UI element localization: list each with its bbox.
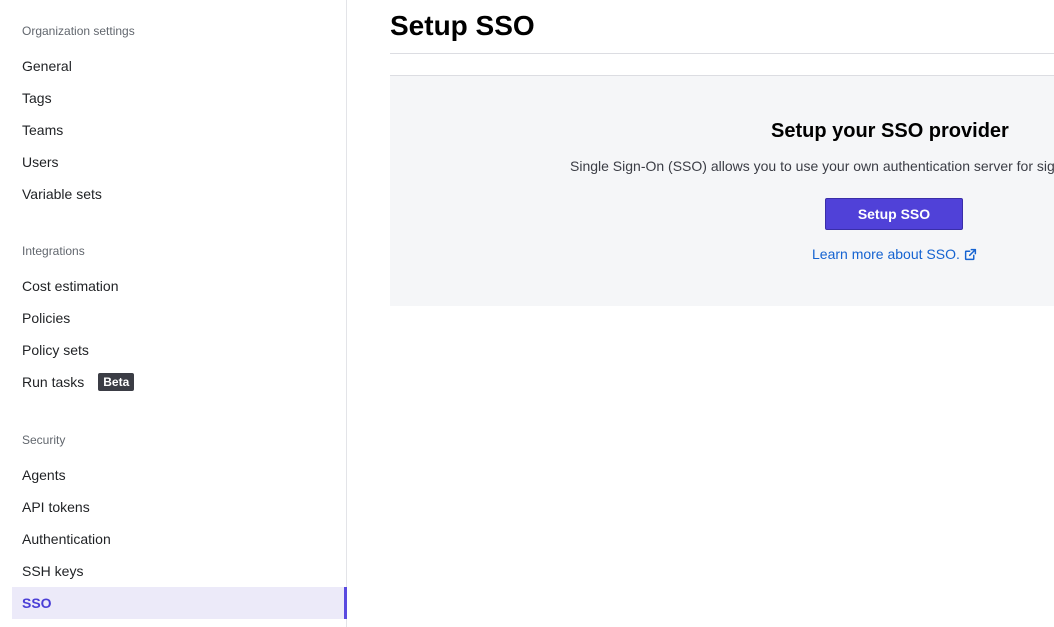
sidebar-item-tags[interactable]: Tags xyxy=(12,82,347,114)
sidebar-item-variable-sets[interactable]: Variable sets xyxy=(12,178,347,210)
learn-more-sso-link[interactable]: Learn more about SSO. xyxy=(812,246,977,262)
section-title-organization: Organization settings xyxy=(22,24,135,38)
sidebar-item-cost-estimation[interactable]: Cost estimation xyxy=(12,270,347,302)
sidebar-item-sso[interactable]: SSO xyxy=(12,587,347,619)
sidebar-item-label: Run tasks xyxy=(22,374,85,390)
sso-empty-state-panel: Setup your SSO provider Single Sign-On (… xyxy=(390,75,1054,306)
sidebar-item-general[interactable]: General xyxy=(12,50,347,82)
sidebar-item-policy-sets[interactable]: Policy sets xyxy=(12,334,347,366)
learn-more-label: Learn more about SSO. xyxy=(812,246,960,262)
beta-badge: Beta xyxy=(98,373,135,391)
external-link-icon xyxy=(964,248,976,260)
sidebar-item-teams[interactable]: Teams xyxy=(12,114,347,146)
sidebar-item-api-tokens[interactable]: API tokens xyxy=(12,491,347,523)
panel-title: Setup your SSO provider xyxy=(771,120,1009,142)
sidebar-item-agents[interactable]: Agents xyxy=(12,459,347,491)
section-title-integrations: Integrations xyxy=(22,244,85,258)
sidebar: Organization settings General Tags Teams… xyxy=(0,0,347,627)
sidebar-item-run-tasks[interactable]: Run tasks Beta xyxy=(12,366,347,398)
sidebar-item-users[interactable]: Users xyxy=(12,146,347,178)
setup-sso-button[interactable]: Setup SSO xyxy=(825,198,963,230)
sidebar-item-authentication[interactable]: Authentication xyxy=(12,523,347,555)
page-title: Setup SSO xyxy=(390,10,535,41)
sidebar-item-ssh-keys[interactable]: SSH keys xyxy=(12,555,347,587)
panel-description: Single Sign-On (SSO) allows you to use y… xyxy=(570,158,1054,174)
title-divider xyxy=(390,53,1054,54)
section-title-security: Security xyxy=(22,433,66,447)
sidebar-item-policies[interactable]: Policies xyxy=(12,302,347,334)
